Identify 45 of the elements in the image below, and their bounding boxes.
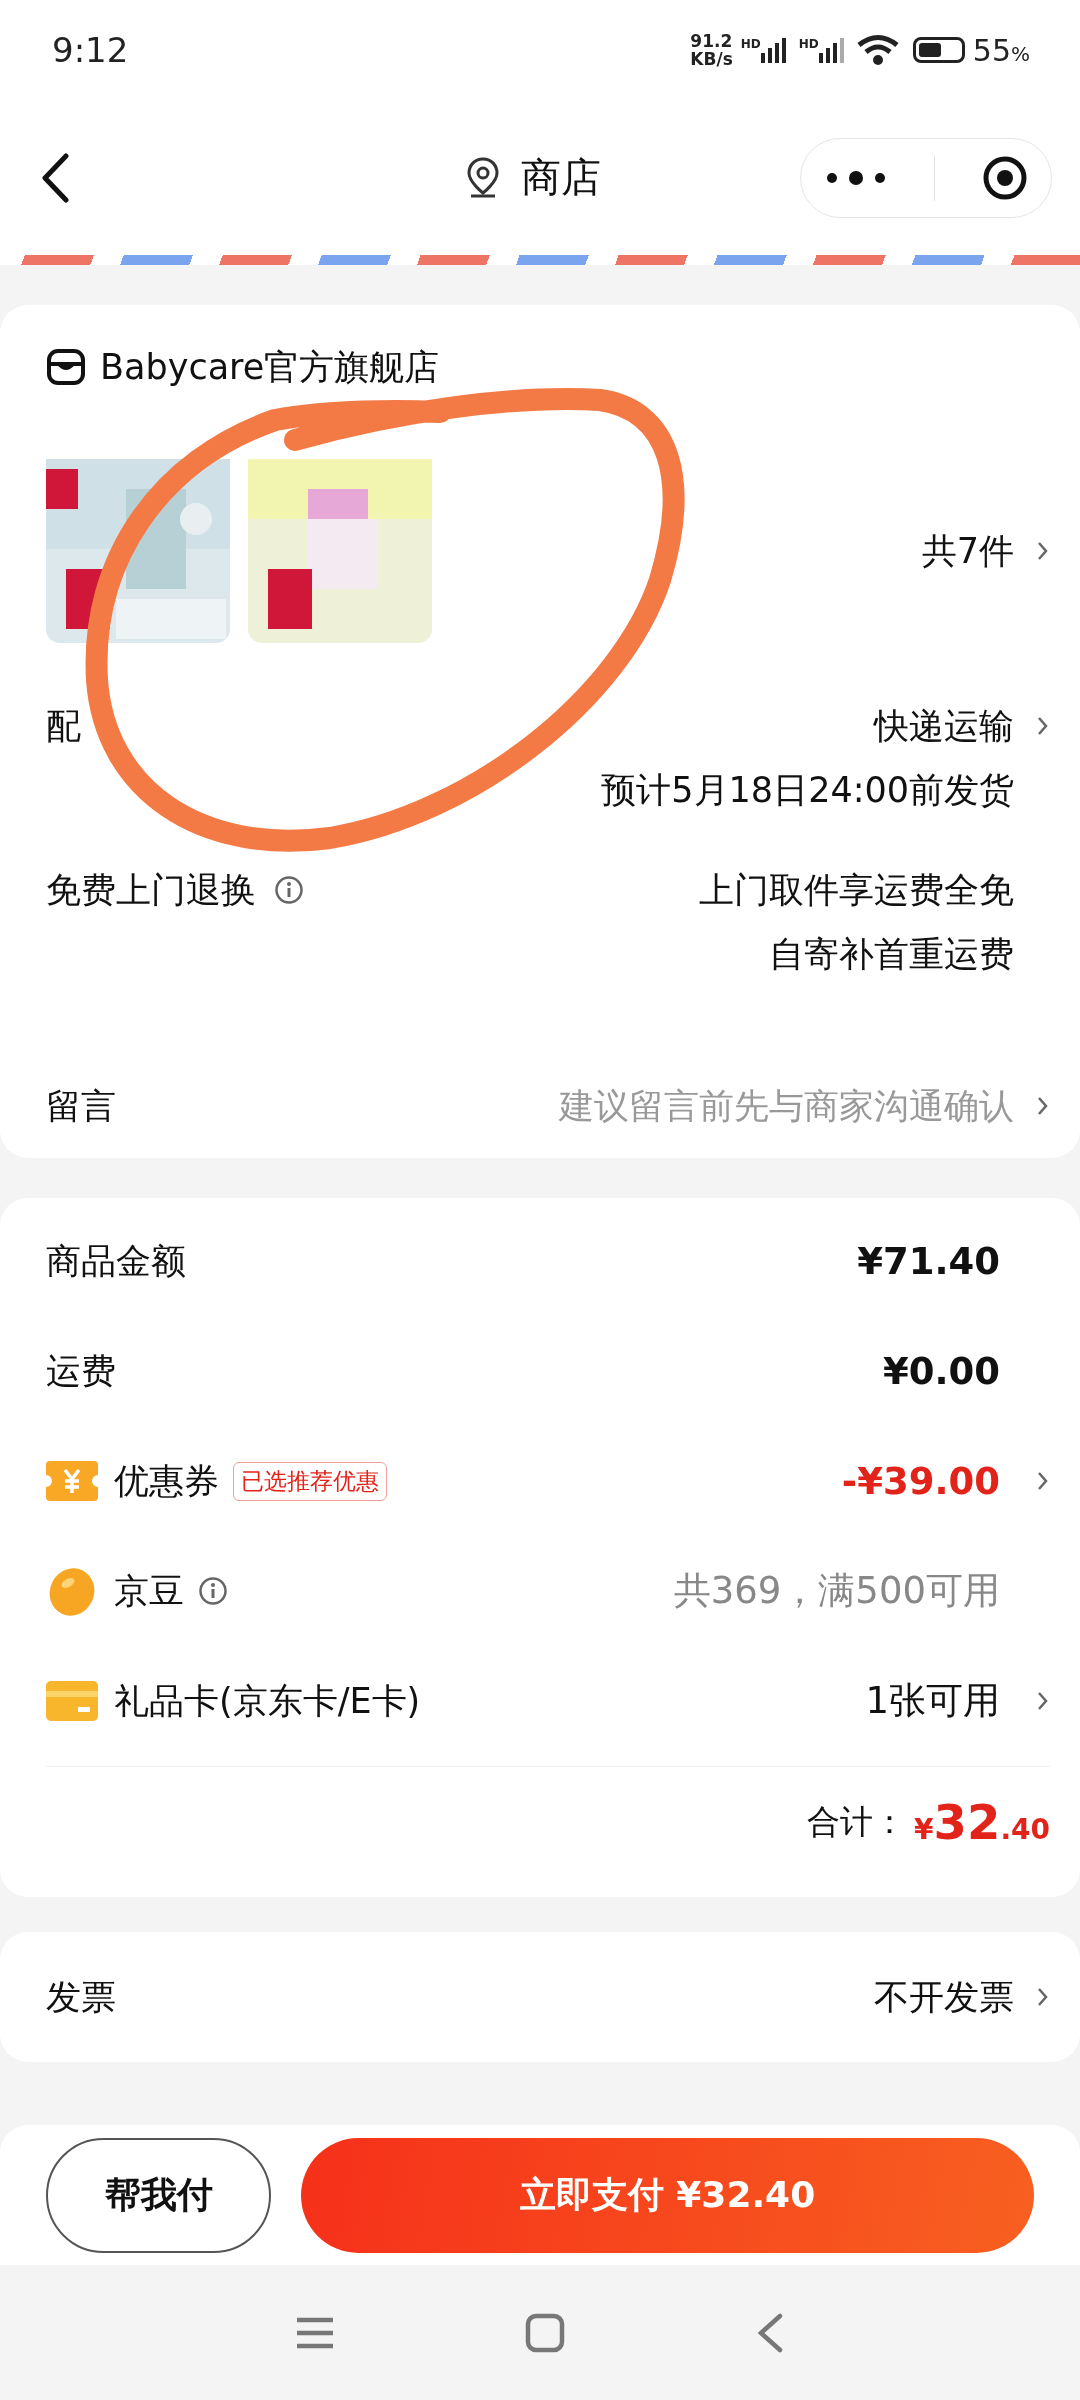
- row-value[interactable]: 快递运输: [874, 702, 1014, 750]
- row-value: 预计5月18日24:00前发货: [601, 768, 1014, 812]
- status-time: 9:12: [52, 30, 129, 70]
- coupon-tag: 已选推荐优惠: [233, 1461, 387, 1501]
- invoice-value[interactable]: 不开发票: [874, 1973, 1014, 2021]
- row-label: 商品金额: [46, 1239, 186, 1283]
- signal-label: HD: [798, 37, 819, 51]
- page-title: 商店: [521, 153, 601, 202]
- info-icon[interactable]: [198, 1576, 228, 1606]
- row-value: 上门取件享运费全免: [699, 868, 1014, 912]
- pay-for-me-button[interactable]: 帮我付: [46, 2137, 271, 2253]
- gift-card-icon: [46, 1681, 98, 1721]
- row-label: 留言: [46, 1084, 116, 1128]
- pay-now-button[interactable]: 立即支付 ¥32.40: [301, 2137, 1034, 2253]
- item-count[interactable]: 共7件: [921, 527, 1014, 575]
- battery-percent: 55%: [972, 32, 1030, 68]
- row-value[interactable]: -¥39.00: [841, 1459, 1000, 1503]
- info-icon[interactable]: [274, 875, 304, 905]
- row-value[interactable]: 1张可用: [865, 1676, 1000, 1726]
- menu-icon[interactable]: [295, 2315, 335, 2350]
- row-label: 优惠券: [114, 1459, 219, 1503]
- signal-label: HD: [740, 37, 761, 51]
- close-target-icon[interactable]: [981, 154, 1028, 201]
- battery-icon: [912, 37, 965, 63]
- row-label: 运费: [46, 1349, 116, 1393]
- row-value: 共369，满500可用: [673, 1568, 1000, 1614]
- network-speed: 91.2 KB/s: [690, 32, 733, 68]
- total-amount: ¥32.40: [914, 1794, 1050, 1850]
- store-icon: [46, 348, 86, 386]
- row-label: 发票: [46, 1975, 116, 2019]
- wifi-icon: [856, 34, 899, 66]
- row-label: 礼品卡(京东卡/E卡): [114, 1679, 421, 1723]
- total-label: 合计：: [807, 1800, 907, 1843]
- store-name[interactable]: Babycare官方旗舰店: [100, 343, 440, 391]
- location-pin-icon: [465, 155, 501, 200]
- row-label: 京豆: [114, 1569, 184, 1613]
- message-field[interactable]: 建议留言前先与商家沟通确认: [454, 1086, 1014, 1126]
- row-value: 自寄补首重运费: [769, 932, 1014, 976]
- row-value: ¥0.00: [882, 1349, 1000, 1393]
- home-icon[interactable]: [525, 2312, 565, 2353]
- coupon-icon: [46, 1461, 98, 1501]
- row-value: ¥71.40: [857, 1239, 1000, 1283]
- row-label: 配: [46, 704, 81, 748]
- row-label: 免费上门退换: [46, 868, 256, 912]
- back-icon[interactable]: [40, 152, 70, 203]
